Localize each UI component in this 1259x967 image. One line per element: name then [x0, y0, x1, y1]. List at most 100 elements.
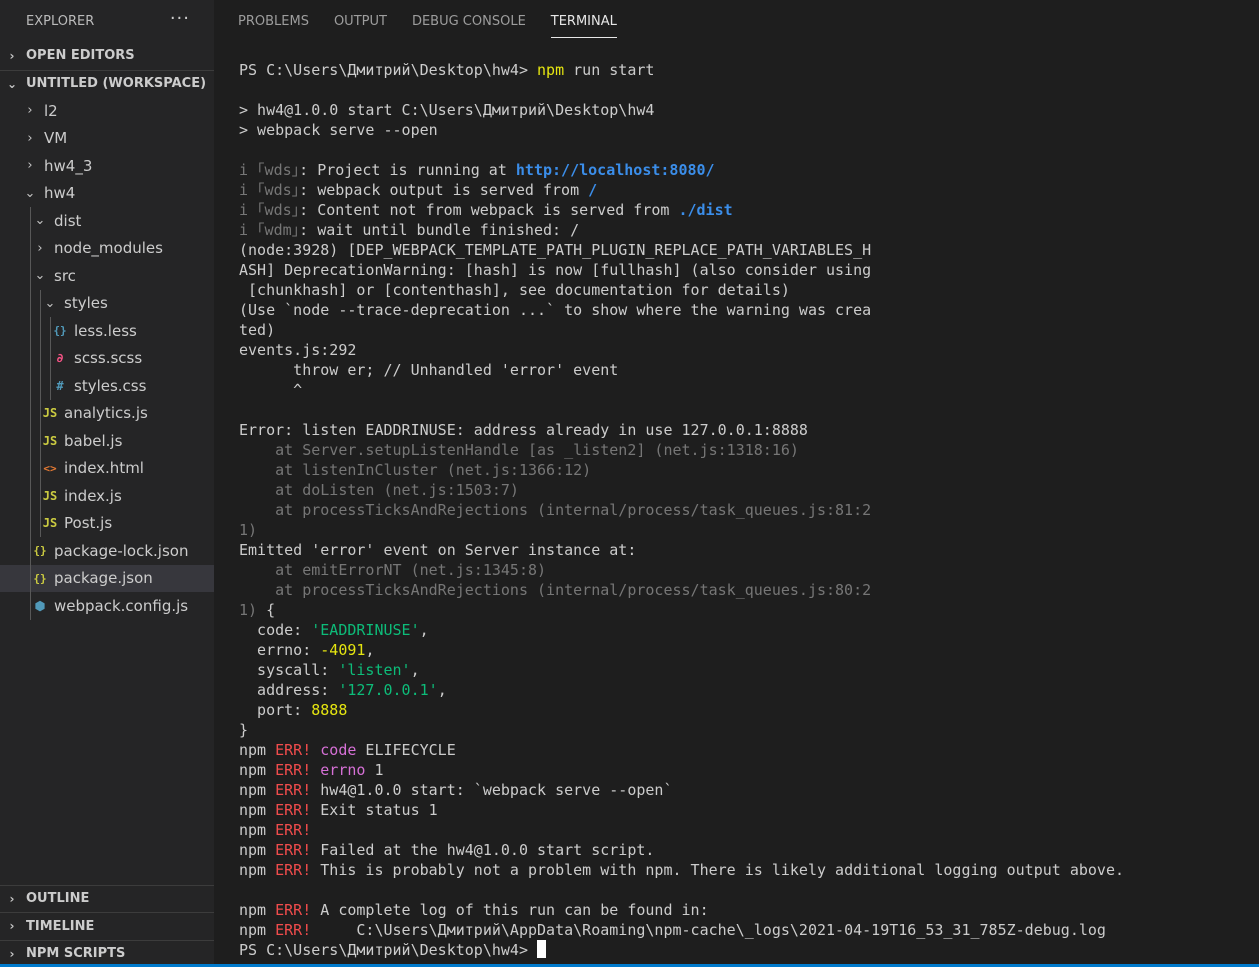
terminal-text: Exit status 1: [311, 801, 438, 819]
tree-item-styles[interactable]: ⌄ styles: [0, 289, 214, 317]
terminal-line: at doListen (net.js:1503:7): [239, 480, 1124, 500]
terminal-text: : Content not from webpack is served fro…: [299, 201, 679, 219]
tree-item-l2[interactable]: › l2: [0, 97, 214, 125]
tree-item-label: styles: [64, 294, 108, 313]
terminal-text: at emitErrorNT (net.js:1345:8): [239, 561, 547, 579]
tree-item-post-js[interactable]: JS Post.js: [0, 509, 214, 537]
indent-guide: [30, 372, 31, 400]
terminal-text: i ｢wds｣: [239, 201, 300, 219]
panel-tabs: PROBLEMS OUTPUT DEBUG CONSOLE TERMINAL: [214, 0, 1259, 42]
terminal-text: ELIFECYCLE: [356, 741, 456, 759]
tree-item-hw4[interactable]: ⌄ hw4: [0, 180, 214, 208]
tab-output[interactable]: OUTPUT: [334, 5, 387, 37]
tree-item-less-less[interactable]: {} less.less: [0, 317, 214, 345]
js-file-icon: JS: [42, 516, 58, 531]
terminal-line: errno: -4091,: [239, 640, 1124, 660]
chevron-down-icon: ⌄: [7, 76, 18, 91]
indent-guide: [40, 454, 41, 482]
terminal-line: 1): [239, 520, 1124, 540]
terminal-line: syscall: 'listen',: [239, 660, 1124, 680]
terminal-text[interactable]: /: [588, 181, 597, 199]
terminal-text: This is probably not a problem with npm.…: [311, 861, 1125, 879]
terminal-line: code: 'EADDRINUSE',: [239, 620, 1124, 640]
bottom-sections: › OUTLINE › TIMELINE › NPM SCRIPTS: [0, 884, 214, 967]
terminal-text: > webpack serve --open: [239, 121, 438, 139]
terminal-line: npm ERR! Failed at the hw4@1.0.0 start s…: [239, 840, 1124, 860]
tab-debug-console[interactable]: DEBUG CONSOLE: [412, 5, 526, 37]
outline-section[interactable]: › OUTLINE: [0, 884, 214, 913]
terminal-output[interactable]: PS C:\Users\Дмитрий\Desktop\hw4> npm run…: [239, 60, 1124, 960]
terminal-text: npm: [239, 921, 276, 939]
timeline-section[interactable]: › TIMELINE: [0, 912, 214, 940]
terminal-text: ERR!: [275, 741, 312, 759]
indent-guide: [30, 537, 31, 565]
tree-item-webpack-config-js[interactable]: ⬢ webpack.config.js: [0, 592, 214, 620]
terminal-cursor: [537, 940, 547, 958]
terminal-text[interactable]: http://localhost:8080/: [516, 161, 715, 179]
chevron-right-icon: ›: [9, 48, 15, 63]
terminal-text: i ｢wdm｣: [239, 221, 300, 239]
webpack-file-icon: ⬢: [34, 598, 46, 613]
indent-guide: [40, 344, 41, 372]
tree-item-styles-css[interactable]: # styles.css: [0, 372, 214, 400]
terminal-text: ERR!: [275, 761, 312, 779]
tree-item-babel-js[interactable]: JS babel.js: [0, 427, 214, 455]
terminal-line: ASH] DeprecationWarning: [hash] is now […: [239, 260, 1124, 280]
chevron-right-icon: ›: [37, 240, 43, 256]
more-actions-icon[interactable]: ···: [170, 8, 190, 29]
tree-item-scss-scss[interactable]: ∂ scss.scss: [0, 344, 214, 372]
html-file-icon: <>: [43, 461, 57, 475]
explorer-title: EXPLORER: [26, 13, 95, 29]
terminal-text: throw er; // Unhandled 'error' event: [239, 361, 619, 379]
terminal-text: 8888: [311, 701, 348, 719]
tree-item-analytics-js[interactable]: JS analytics.js: [0, 399, 214, 427]
terminal-text[interactable]: ./dist: [678, 201, 732, 219]
tree-item-package-json[interactable]: {} package.json: [0, 564, 214, 592]
explorer-sidebar: EXPLORER ··· › OPEN EDITORS ⌄ UNTITLED (…: [0, 0, 214, 967]
section-label: OUTLINE: [26, 891, 90, 907]
terminal-panel: PROBLEMS OUTPUT DEBUG CONSOLE TERMINAL PS C…: [214, 0, 1259, 967]
indent-guide: [40, 509, 41, 537]
workspace-section[interactable]: ⌄ UNTITLED (WORKSPACE): [0, 69, 214, 98]
tree-item-src[interactable]: ⌄ src: [0, 262, 214, 290]
terminal-line: port: 8888: [239, 700, 1124, 720]
terminal-line: (Use `node --trace-deprecation ...` to s…: [239, 300, 1124, 320]
indent-guide: [30, 317, 31, 345]
section-label: TIMELINE: [26, 918, 95, 934]
workspace-label: UNTITLED (WORKSPACE): [26, 76, 207, 92]
indent-guide: [30, 234, 31, 262]
tree-item-label: index.js: [64, 486, 122, 505]
tree-item-index-js[interactable]: JS index.js: [0, 482, 214, 510]
terminal-text: : wait until bundle finished: /: [299, 221, 580, 239]
terminal-text: : Project is running at: [299, 161, 516, 179]
terminal-text: '127.0.0.1': [338, 681, 438, 699]
tree-item-label: webpack.config.js: [54, 596, 189, 615]
tree-item-hw4-3[interactable]: › hw4_3: [0, 152, 214, 180]
tab-terminal[interactable]: TERMINAL: [550, 5, 617, 38]
npm-scripts-section[interactable]: › NPM SCRIPTS: [0, 939, 214, 967]
chevron-right-icon: ›: [27, 130, 33, 146]
tree-item-index-html[interactable]: <> index.html: [0, 454, 214, 482]
json-file-icon: {}: [33, 571, 47, 585]
tree-item-label: dist: [54, 211, 82, 230]
tree-item-node-modules[interactable]: › node_modules: [0, 234, 214, 262]
tree-item-package-lock-json[interactable]: {} package-lock.json: [0, 537, 214, 565]
less-file-icon: {}: [53, 324, 67, 338]
tree-item-dist[interactable]: ⌄ dist: [0, 207, 214, 235]
tab-problems[interactable]: PROBLEMS: [238, 5, 309, 37]
terminal-text: npm: [239, 801, 276, 819]
tree-item-label: node_modules: [54, 239, 163, 258]
tree-item-label: VM: [44, 129, 68, 148]
terminal-text: npm: [239, 861, 276, 879]
terminal-text: C:\Users\Дмитрий\AppData\Roaming\npm-cac…: [311, 921, 1106, 939]
terminal-line: > webpack serve --open: [239, 120, 1124, 140]
terminal-text: at processTicksAndRejections (internal/p…: [239, 581, 872, 599]
terminal-line: 1) {: [239, 600, 1124, 620]
terminal-text: ^: [239, 381, 303, 399]
terminal-text: 'EADDRINUSE': [311, 621, 420, 639]
terminal-text: port:: [239, 701, 312, 719]
tree-item-vm[interactable]: › VM: [0, 125, 214, 153]
open-editors-section[interactable]: › OPEN EDITORS: [0, 42, 214, 70]
